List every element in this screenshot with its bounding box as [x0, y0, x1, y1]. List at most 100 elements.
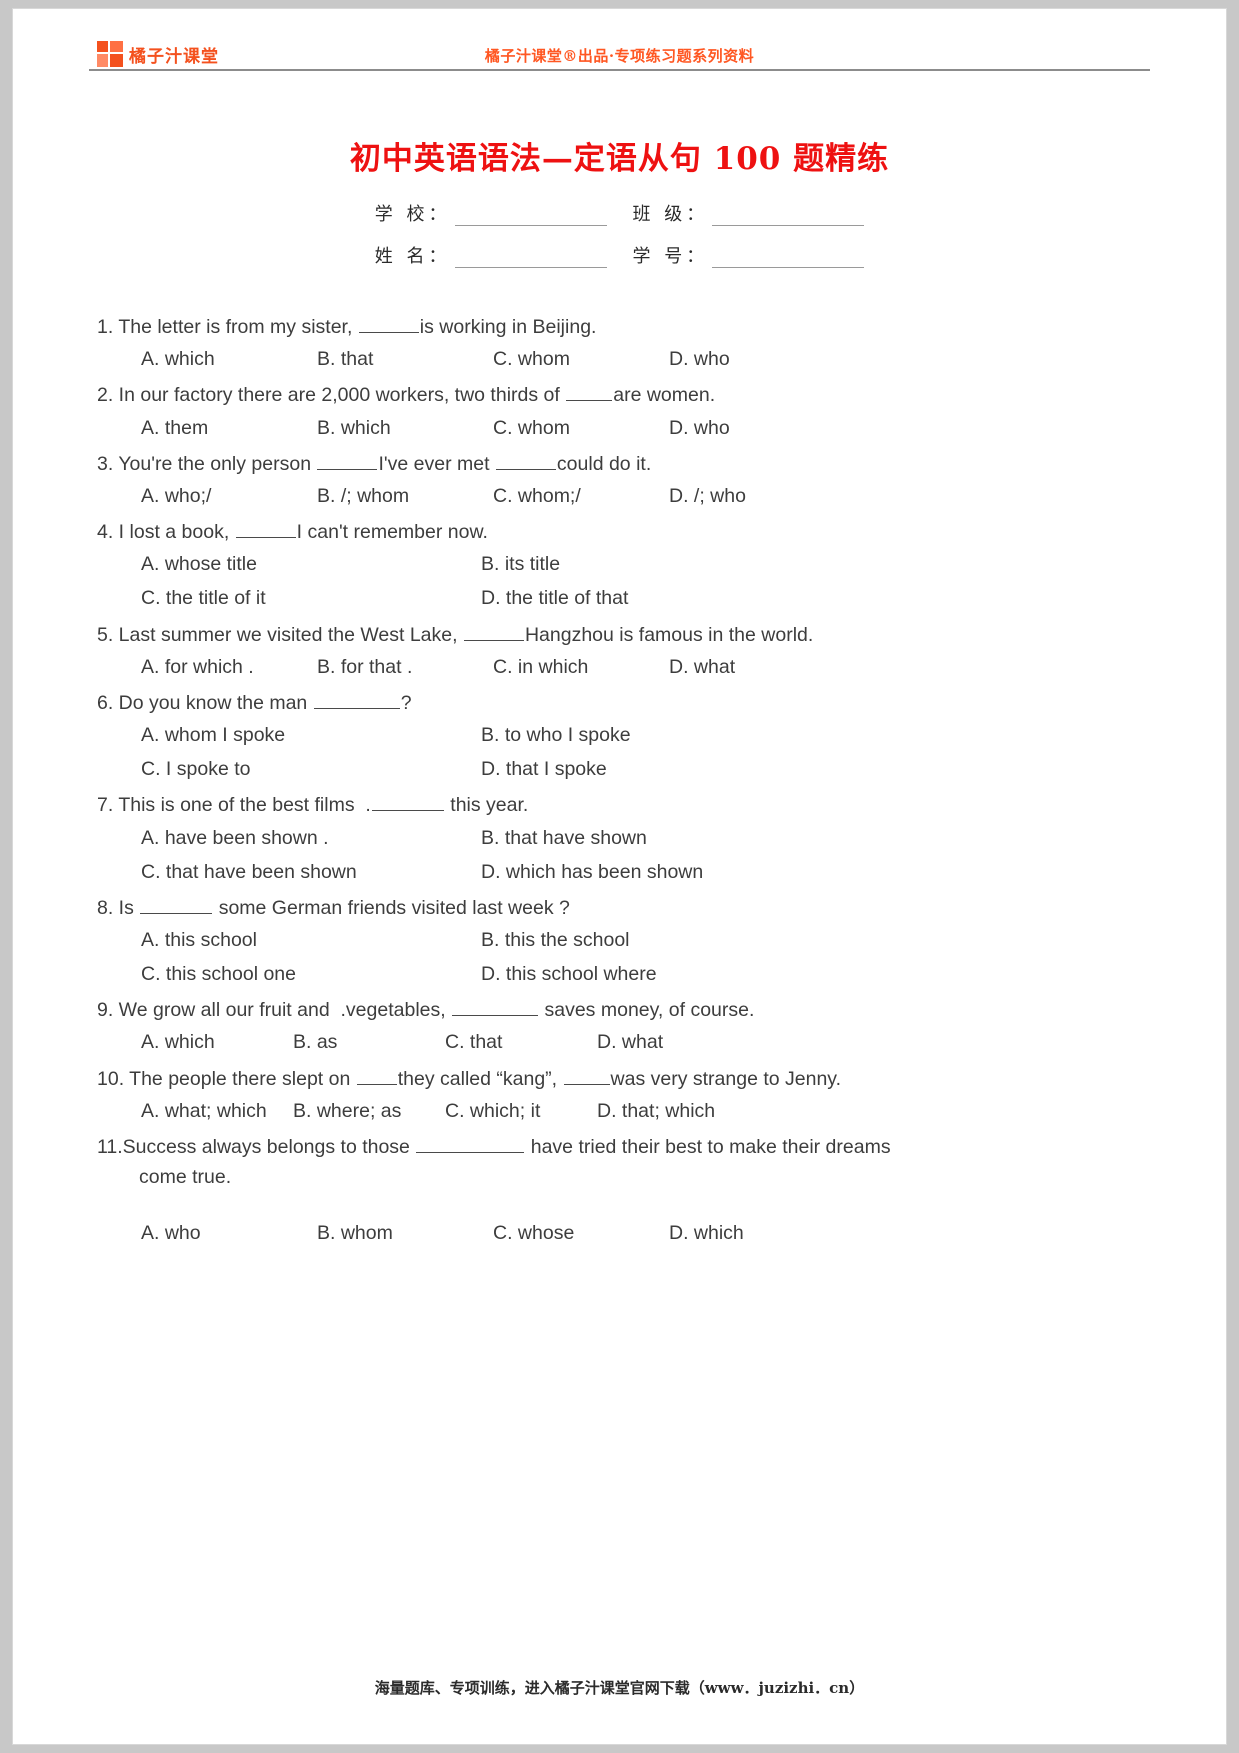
- question-8-stem: 8. Is some German friends visited last w…: [97, 893, 1150, 923]
- page-footer: 海量题库、专项训练，进入橘子汁课堂官网下载（www．juzizhi．cn）: [13, 1677, 1226, 1698]
- question-8-option-b[interactable]: B. this the school: [481, 923, 821, 957]
- question-10-blank-1[interactable]: [356, 1070, 397, 1085]
- footer-text[interactable]: 海量题库、专项训练，进入橘子汁课堂官网下载（www．juzizhi．cn）: [375, 1679, 864, 1697]
- question-6-option-c[interactable]: C. I spoke to: [141, 752, 481, 786]
- question-11-option-b[interactable]: B. whom: [317, 1216, 493, 1250]
- question-5-options: A. for which . B. for that . C. in which…: [97, 650, 1150, 684]
- question-3-blank-2[interactable]: [495, 455, 556, 470]
- page-title: 初中英语语法—定语从句 100 题精练: [349, 141, 890, 177]
- question-11-blank-1[interactable]: [416, 1138, 525, 1153]
- question-9-option-a[interactable]: A. which: [141, 1025, 293, 1059]
- question-7-option-c[interactable]: C. that have been shown: [141, 855, 481, 889]
- header-tagline: 橘子汁课堂®出品·专项练习题系列资料: [484, 47, 755, 65]
- header-divider: [89, 69, 1150, 71]
- question-1-option-b[interactable]: B. that: [317, 342, 493, 376]
- question-10-option-d[interactable]: D. that; which: [597, 1094, 749, 1128]
- question-3-option-a[interactable]: A. who;/: [141, 479, 317, 513]
- question-3: 3. You're the only person I've ever met …: [97, 449, 1150, 513]
- question-9-option-c[interactable]: C. that: [445, 1025, 597, 1059]
- question-3-option-d[interactable]: D. /; who: [669, 479, 845, 513]
- question-1-option-a[interactable]: A. which: [141, 342, 317, 376]
- question-10-blank-2[interactable]: [563, 1070, 610, 1085]
- school-field[interactable]: 学 校：: [375, 200, 607, 226]
- question-7-option-a[interactable]: A. have been shown .: [141, 821, 481, 855]
- question-5-option-d[interactable]: D. what: [669, 650, 845, 684]
- question-1-stem-a: 1. The letter is from my sister,: [97, 316, 358, 338]
- question-6-options-row-2: C. I spoke to D. that I spoke: [97, 752, 1150, 786]
- question-7-blank-1[interactable]: [371, 796, 444, 812]
- question-11-option-d[interactable]: D. which: [669, 1216, 845, 1250]
- question-5-option-a[interactable]: A. for which .: [141, 650, 317, 684]
- question-3-stem-a: 3. You're the only person: [97, 452, 317, 475]
- school-label: 学 校：: [374, 204, 451, 225]
- question-1-option-c[interactable]: C. whom: [493, 342, 669, 376]
- question-10-option-a[interactable]: A. what; which: [141, 1094, 293, 1128]
- question-4-option-a[interactable]: A. whose title: [141, 547, 481, 581]
- question-4-option-c[interactable]: C. the title of it: [141, 581, 481, 615]
- question-5-blank-1[interactable]: [463, 626, 524, 641]
- question-6-stem-b: ?: [400, 691, 412, 714]
- question-7-option-b[interactable]: B. that have shown: [481, 821, 821, 855]
- question-3-option-b[interactable]: B. /; whom: [317, 479, 493, 513]
- form-row-1: 学 校： 班 级：: [375, 200, 865, 226]
- question-5-stem-a: 5. Last summer we visited the West Lake,: [97, 623, 463, 646]
- question-1-blank-1[interactable]: [358, 318, 419, 333]
- question-9-blank-1[interactable]: [452, 1001, 539, 1017]
- question-8-blank-1[interactable]: [140, 899, 213, 914]
- question-11-stem-b: have tried their best to make their drea…: [525, 1135, 891, 1158]
- question-9-stem-b: saves money, of course.: [539, 999, 755, 1022]
- question-6-stem: 6. Do you know the man ?: [97, 688, 1150, 718]
- question-3-stem: 3. You're the only person I've ever met …: [97, 449, 1150, 479]
- question-9-option-d[interactable]: D. what: [597, 1025, 749, 1059]
- form-row-2: 姓 名： 学 号：: [375, 242, 865, 268]
- question-2-options: A. them B. which C. whom D. who: [97, 411, 1150, 445]
- question-11-option-c[interactable]: C. whose: [493, 1216, 669, 1250]
- question-2-blank-1[interactable]: [566, 386, 613, 402]
- question-6-option-a[interactable]: A. whom I spoke: [141, 718, 481, 752]
- question-2-stem: 2. In our factory there are 2,000 worker…: [97, 380, 1150, 410]
- question-5-option-c[interactable]: C. in which: [493, 650, 669, 684]
- question-6-stem-a: 6. Do you know the man: [97, 691, 313, 714]
- question-3-blank-1[interactable]: [317, 455, 378, 470]
- question-4-stem-b: I can't remember now.: [296, 521, 488, 544]
- question-5-option-b[interactable]: B. for that .: [317, 650, 493, 684]
- question-10-option-c[interactable]: C. which; it: [445, 1094, 597, 1128]
- question-5-stem-b: Hangzhou is famous in the world.: [524, 623, 814, 646]
- question-10-options: A. what; which B. where; as C. which; it…: [97, 1094, 1150, 1128]
- question-2-option-c[interactable]: C. whom: [493, 411, 669, 445]
- question-2-option-a[interactable]: A. them: [141, 411, 317, 445]
- question-8-option-c[interactable]: C. this school one: [141, 957, 481, 991]
- question-3-option-c[interactable]: C. whom;/: [493, 479, 669, 513]
- student-id-input-line[interactable]: [712, 248, 865, 268]
- question-4-option-b[interactable]: B. its title: [481, 547, 821, 581]
- question-2-option-b[interactable]: B. which: [317, 411, 493, 445]
- question-8-option-a[interactable]: A. this school: [141, 923, 481, 957]
- question-8-option-d[interactable]: D. this school where: [481, 957, 821, 991]
- question-1-option-d[interactable]: D. who: [669, 342, 845, 376]
- school-input-line[interactable]: [454, 206, 607, 226]
- question-1-stem-b: is working in Beijing.: [419, 316, 597, 338]
- question-10-option-b[interactable]: B. where; as: [293, 1094, 445, 1128]
- question-7-options-row-1: A. have been shown . B. that have shown: [97, 821, 1150, 855]
- question-3-options: A. who;/ B. /; whom C. whom;/ D. /; who: [97, 479, 1150, 513]
- question-8-options-row-2: C. this school one D. this school where: [97, 957, 1150, 991]
- class-field[interactable]: 班 级：: [633, 200, 865, 226]
- question-10-stem-a: 10. The people there slept on: [97, 1067, 356, 1090]
- question-9: 9. We grow all our fruit and .vegetables…: [97, 995, 1150, 1059]
- name-input-line[interactable]: [454, 248, 607, 268]
- question-7-option-d[interactable]: D. which has been shown: [481, 855, 821, 889]
- question-2-option-d[interactable]: D. who: [669, 411, 845, 445]
- question-11-option-a[interactable]: A. who: [141, 1216, 317, 1250]
- class-input-line[interactable]: [712, 206, 865, 226]
- question-8-stem-b: some German friends visited last week ?: [213, 896, 570, 919]
- page-header: 橘子汁课堂 橘子汁课堂®出品·专项练习题系列资料: [89, 9, 1150, 71]
- student-id-field[interactable]: 学 号：: [633, 242, 865, 268]
- question-4-blank-1[interactable]: [235, 523, 296, 539]
- question-4-option-d[interactable]: D. the title of that: [481, 581, 821, 615]
- question-6-blank-1[interactable]: [313, 694, 400, 709]
- question-6-option-d[interactable]: D. that I spoke: [481, 752, 821, 786]
- question-6-option-b[interactable]: B. to who I spoke: [481, 718, 821, 752]
- name-field[interactable]: 姓 名：: [375, 242, 607, 268]
- question-9-option-b[interactable]: B. as: [293, 1025, 445, 1059]
- question-8: 8. Is some German friends visited last w…: [97, 893, 1150, 991]
